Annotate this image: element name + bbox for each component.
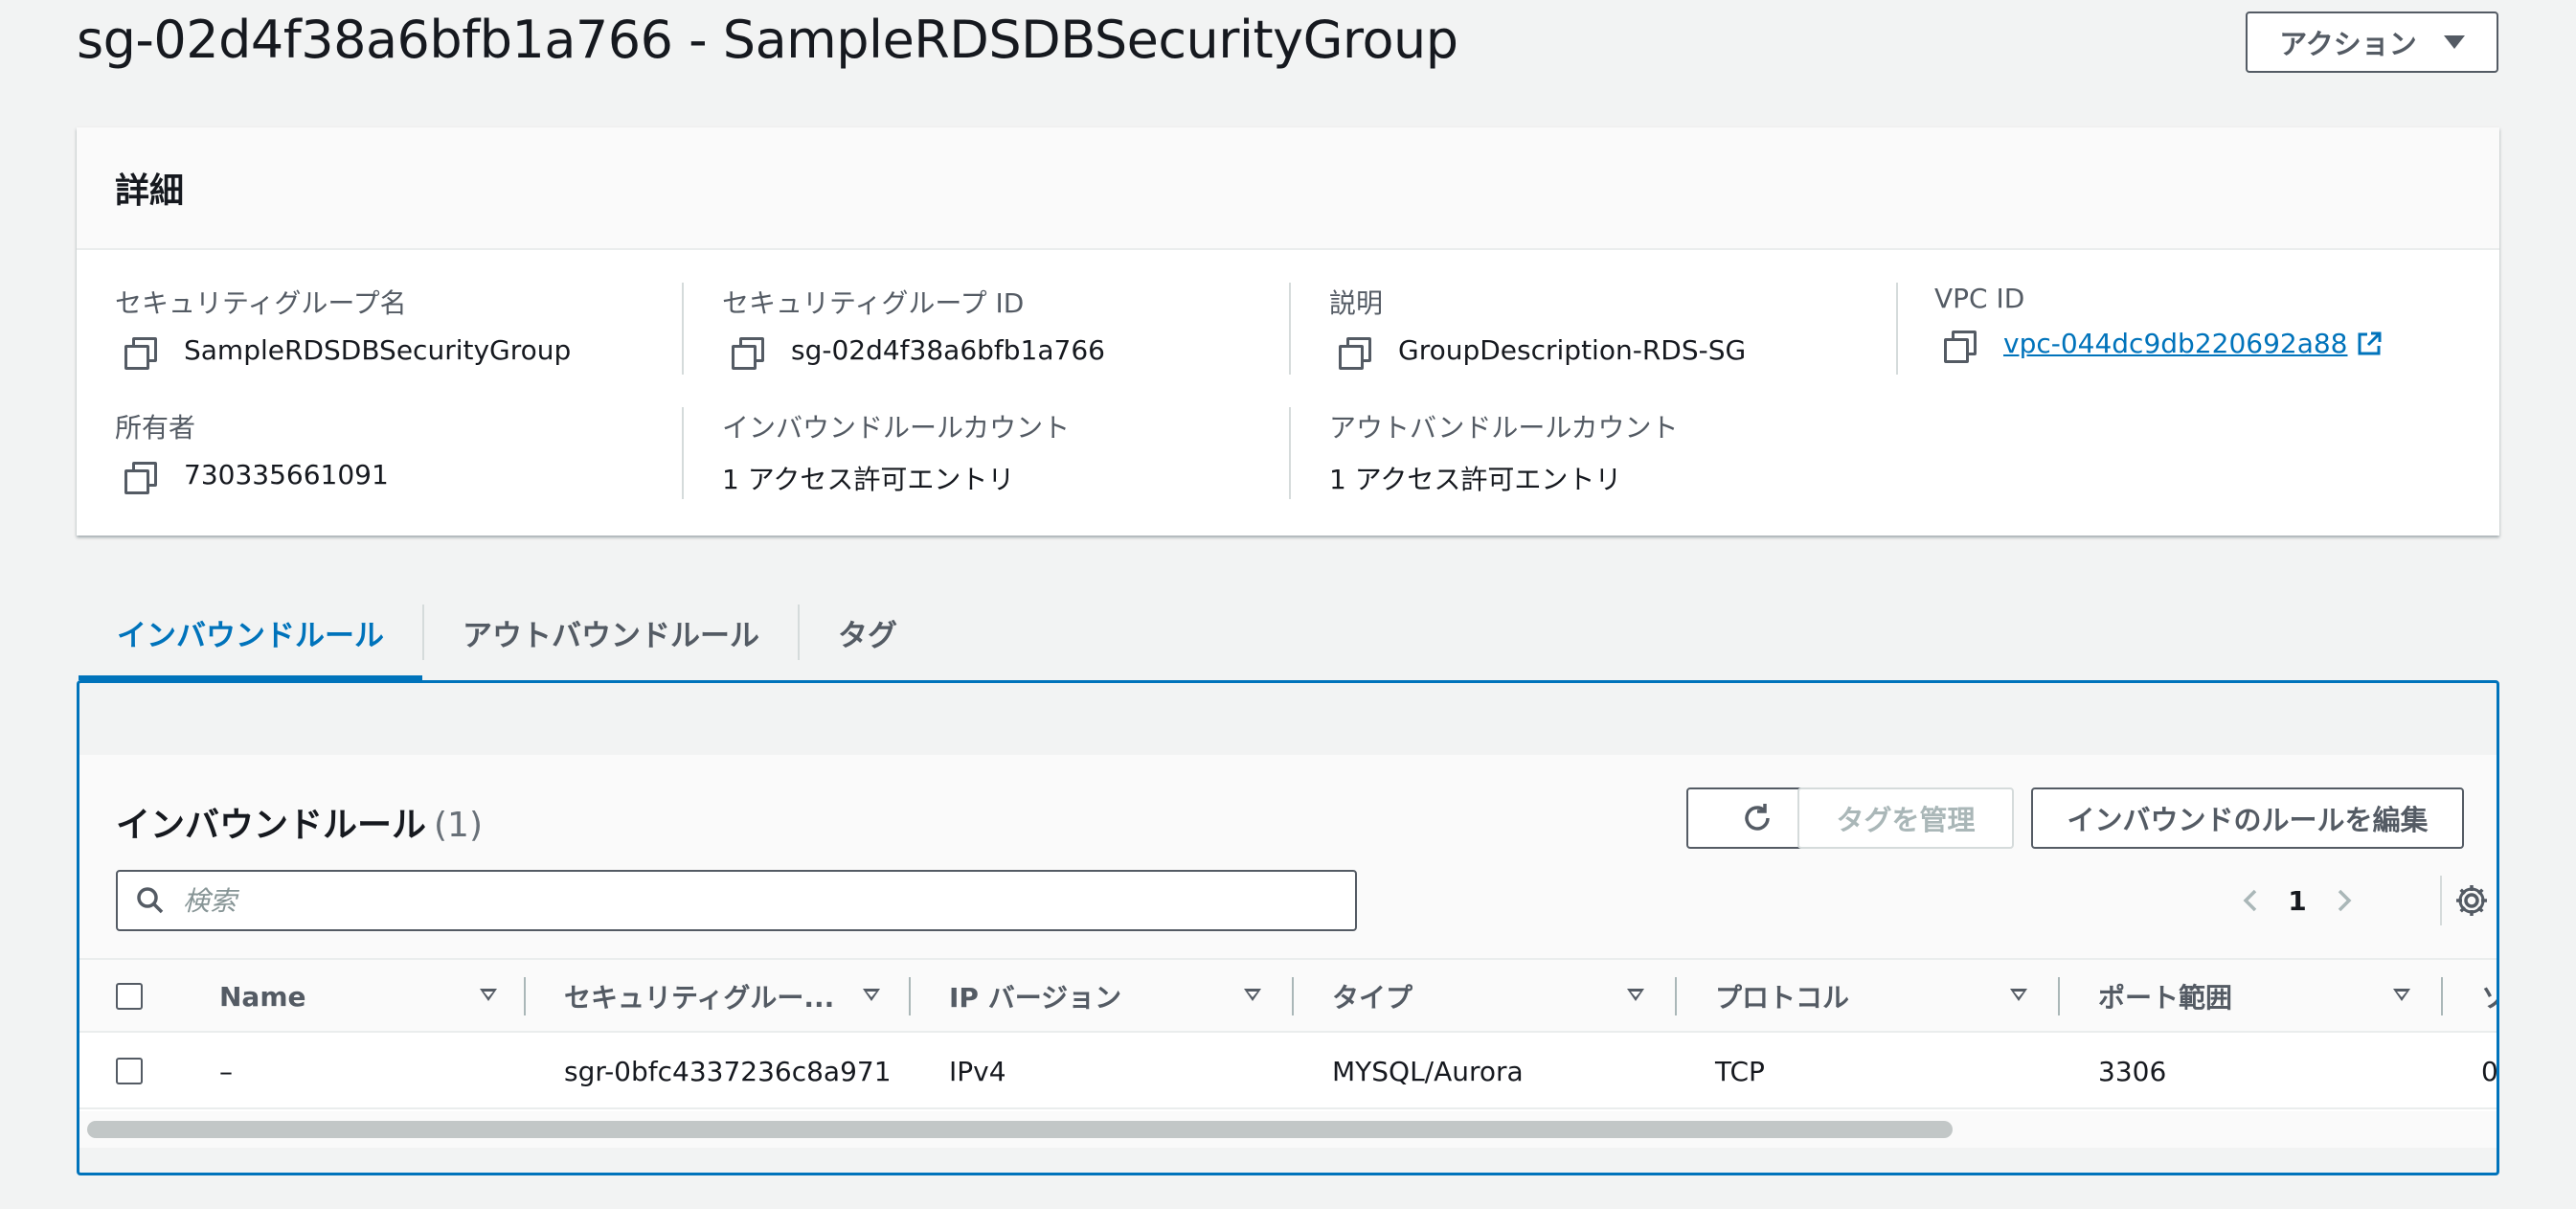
tab-inbound-rules[interactable]: インバウンドルール xyxy=(79,584,422,680)
vpc-id-field: VPC ID vpc-044dc9db220692a88 xyxy=(1934,283,2383,363)
outbound-count-value: 1 アクセス許可エントリ xyxy=(1329,464,1622,495)
outbound-count-field: アウトバンドルールカウント 1 アクセス許可エントリ xyxy=(1329,407,1679,497)
rules-count: (1) xyxy=(434,806,484,845)
pagination: 1 xyxy=(2234,876,2361,925)
column-header-name[interactable]: Name xyxy=(219,960,411,1033)
refresh-icon xyxy=(1745,804,1770,831)
owner-value: 730335661091 xyxy=(184,459,389,490)
copy-icon[interactable] xyxy=(124,336,157,370)
tab-tags[interactable]: タグ xyxy=(800,584,936,680)
page-number[interactable]: 1 xyxy=(2269,885,2326,917)
column-resizer[interactable] xyxy=(524,977,526,1015)
divider xyxy=(682,283,684,375)
copy-icon[interactable] xyxy=(1339,336,1371,370)
actions-dropdown-button[interactable]: アクション xyxy=(2246,11,2498,73)
chevron-left-icon[interactable] xyxy=(2234,883,2269,918)
cell-type: MYSQL/Aurora xyxy=(1332,1055,1524,1087)
divider xyxy=(1289,283,1291,375)
details-card: 詳細 セキュリティグループ名 SampleRDSDBSecurityGroup … xyxy=(77,127,2499,536)
column-resizer[interactable] xyxy=(2058,977,2060,1015)
cell-port-range: 3306 xyxy=(2098,1055,2167,1087)
sort-icon[interactable] xyxy=(2393,989,2410,1001)
rule-tabs: インバウンドルール アウトバウンドルール タグ xyxy=(79,584,936,680)
copy-icon[interactable] xyxy=(732,336,764,370)
column-header-ip-version[interactable]: IP バージョン xyxy=(949,960,1236,1033)
tab-outbound-rules[interactable]: アウトバウンドルール xyxy=(424,584,798,680)
rules-header: インバウンドルール(1) タグを管理 インバウンドのルールを編集 1 xyxy=(79,755,2497,958)
column-header-security-group-rule[interactable]: セキュリティグルー... xyxy=(564,960,870,1033)
outbound-count-label: アウトバンドルールカウント xyxy=(1329,412,1679,444)
horizontal-scrollbar[interactable] xyxy=(79,1111,2497,1148)
divider xyxy=(1289,407,1291,499)
sort-icon[interactable] xyxy=(1627,989,1644,1001)
manage-tags-button[interactable]: タグを管理 xyxy=(1797,787,2014,849)
copy-icon[interactable] xyxy=(1944,330,1977,363)
column-header-source[interactable]: ソ xyxy=(2481,960,2497,1033)
cell-ip-version: IPv4 xyxy=(949,1055,1006,1087)
details-heading: 詳細 xyxy=(115,171,185,211)
settings-gear-icon[interactable] xyxy=(2452,881,2491,920)
column-resizer[interactable] xyxy=(2441,977,2443,1015)
copy-icon[interactable] xyxy=(124,461,157,494)
column-resizer[interactable] xyxy=(1292,977,1294,1015)
sg-id-value: sg-02d4f38a6bfb1a766 xyxy=(791,334,1105,366)
actions-label: アクション xyxy=(2279,30,2417,60)
sg-id-field: セキュリティグループ ID sg-02d4f38a6bfb1a766 xyxy=(722,283,1105,370)
column-header-type[interactable]: タイプ xyxy=(1332,960,1619,1033)
page-title: sg-02d4f38a6bfb1a766 - SampleRDSDBSecuri… xyxy=(77,10,1458,70)
table-row[interactable]: – sgr-0bfc4337236c8a971 IPv4 MYSQL/Auror… xyxy=(79,1033,2498,1109)
cell-security-group-rule-id: sgr-0bfc4337236c8a971 xyxy=(564,1055,892,1087)
description-field: 説明 GroupDescription-RDS-SG xyxy=(1329,283,1747,370)
row-checkbox[interactable] xyxy=(116,1058,143,1084)
inbound-count-label: インバウンドルールカウント xyxy=(722,412,1071,444)
inbound-count-value: 1 アクセス許可エントリ xyxy=(722,464,1015,495)
sort-icon[interactable] xyxy=(480,989,497,1001)
vpc-id-link[interactable]: vpc-044dc9db220692a88 xyxy=(2003,328,2348,359)
sort-icon[interactable] xyxy=(1244,989,1261,1001)
inbound-rules-panel: インバウンドルール(1) タグを管理 インバウンドのルールを編集 1 xyxy=(77,680,2499,1175)
sort-icon[interactable] xyxy=(2010,989,2027,1001)
sg-name-value: SampleRDSDBSecurityGroup xyxy=(184,334,572,366)
cell-name: – xyxy=(219,1055,233,1087)
select-all-checkbox[interactable] xyxy=(116,983,143,1010)
sg-id-label: セキュリティグループ ID xyxy=(722,287,1025,319)
column-resizer[interactable] xyxy=(1675,977,1677,1015)
edit-inbound-rules-button[interactable]: インバウンドのルールを編集 xyxy=(2031,787,2464,849)
scrollbar-thumb[interactable] xyxy=(87,1121,1953,1138)
search-input[interactable] xyxy=(183,884,1332,917)
inbound-count-field: インバウンドルールカウント 1 アクセス許可エントリ xyxy=(722,407,1070,497)
divider xyxy=(1896,283,1898,375)
column-resizer[interactable] xyxy=(909,977,911,1015)
description-label: 説明 xyxy=(1329,287,1384,319)
owner-label: 所有者 xyxy=(115,412,196,444)
details-header: 詳細 xyxy=(77,127,2499,250)
divider xyxy=(682,407,684,499)
sort-icon[interactable] xyxy=(863,989,880,1001)
cell-source: 0. xyxy=(2481,1055,2498,1087)
table-header-row: Name セキュリティグルー... IP バージョン タイプ プロトコル ポート… xyxy=(79,958,2497,1033)
owner-field: 所有者 730335661091 xyxy=(115,407,389,494)
vpc-id-label: VPC ID xyxy=(1934,283,2025,314)
column-header-protocol[interactable]: プロトコル xyxy=(1715,960,2002,1033)
rules-title: インバウンドルール (1) xyxy=(116,797,483,847)
pager-divider xyxy=(2440,876,2442,925)
cell-protocol: TCP xyxy=(1715,1055,1765,1087)
inbound-rules-table-container: インバウンドルール(1) タグを管理 インバウンドのルールを編集 1 xyxy=(79,755,2498,1148)
rules-title-text: インバウンドルール xyxy=(116,806,427,845)
search-icon xyxy=(137,887,164,914)
description-value: GroupDescription-RDS-SG xyxy=(1398,334,1747,366)
search-box xyxy=(116,870,1357,931)
caret-down-icon xyxy=(2443,35,2465,49)
column-header-port-range[interactable]: ポート範囲 xyxy=(2098,960,2385,1033)
sg-name-label: セキュリティグループ名 xyxy=(115,287,407,319)
chevron-right-icon[interactable] xyxy=(2326,883,2361,918)
external-link-icon xyxy=(2356,331,2383,357)
sg-name-field: セキュリティグループ名 SampleRDSDBSecurityGroup xyxy=(115,283,572,370)
